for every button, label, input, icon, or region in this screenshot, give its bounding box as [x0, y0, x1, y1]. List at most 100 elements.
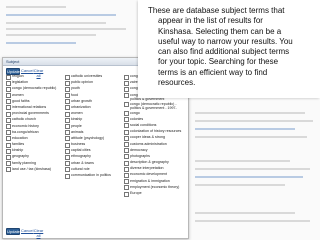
- subject-label: women: [12, 92, 24, 97]
- checkbox[interactable]: [124, 117, 129, 123]
- bg-text-line: [6, 22, 106, 24]
- subject-label: people: [71, 123, 82, 128]
- checkbox[interactable]: [124, 129, 129, 135]
- checkbox[interactable]: [124, 172, 129, 178]
- checkbox[interactable]: [6, 74, 11, 80]
- subject-label: business: [71, 142, 86, 147]
- subject-label: capital cities: [71, 148, 91, 153]
- callout-line: These are database subject terms that: [148, 6, 285, 15]
- subject-label: legislation: [12, 80, 28, 85]
- checkbox[interactable]: [65, 142, 70, 148]
- checkbox[interactable]: [124, 148, 129, 154]
- checkbox[interactable]: [124, 80, 129, 86]
- checkbox[interactable]: [65, 99, 70, 105]
- checkbox[interactable]: [124, 154, 129, 160]
- subject-label: families: [12, 142, 25, 147]
- subject-option[interactable]: Europe: [124, 191, 186, 197]
- checkbox[interactable]: [6, 130, 11, 136]
- checkbox[interactable]: [6, 167, 11, 173]
- subject-label: social conditions: [130, 122, 157, 127]
- subject-label: colonies: [130, 116, 144, 121]
- bg-text-line: [195, 212, 295, 214]
- checkbox[interactable]: [124, 179, 129, 185]
- subject-label: kinship: [12, 148, 24, 153]
- checkbox[interactable]: [65, 130, 70, 136]
- checkbox[interactable]: [6, 86, 11, 92]
- checkbox[interactable]: [124, 160, 129, 166]
- bg-text-line: [195, 220, 310, 222]
- checkbox[interactable]: [65, 105, 70, 111]
- bg-text-line: [195, 128, 295, 130]
- subject-label: Europe: [130, 191, 142, 195]
- subject-label: economic development: [130, 172, 167, 177]
- cancel-link-bottom[interactable]: Cancel: [21, 228, 33, 235]
- callout-line: resources.: [158, 78, 196, 88]
- checkbox[interactable]: [65, 74, 70, 80]
- checkbox[interactable]: [65, 117, 70, 123]
- checkbox[interactable]: [6, 142, 11, 148]
- callout-line: useful way to narrow your results. You: [158, 36, 293, 46]
- checkbox[interactable]: [65, 173, 70, 179]
- subject-label: cooper ideas & strong: [130, 135, 165, 140]
- checkbox[interactable]: [65, 161, 70, 167]
- subject-option[interactable]: communication in politics: [65, 173, 123, 179]
- subject-label: democracy: [130, 147, 148, 152]
- checkbox[interactable]: [6, 99, 11, 105]
- subject-label: diverse interpretation: [130, 166, 164, 171]
- checkbox[interactable]: [65, 167, 70, 173]
- subject-option[interactable]: congo (democratic republic) - politics &…: [124, 102, 186, 111]
- checkbox[interactable]: [6, 105, 11, 111]
- checkbox[interactable]: [6, 148, 11, 154]
- subject-label: education: [12, 135, 28, 140]
- checkbox[interactable]: [65, 154, 70, 160]
- checkbox[interactable]: [124, 74, 129, 80]
- subject-label: colonization of history resources: [130, 129, 182, 134]
- subject-label: land use / tax (kinshasa): [12, 166, 51, 171]
- checkbox[interactable]: [6, 93, 11, 99]
- callout-text: These are database subject terms that ap…: [148, 6, 310, 88]
- subject-label: women: [71, 111, 83, 116]
- checkbox[interactable]: [6, 161, 11, 167]
- subject-label: international relations: [12, 104, 47, 109]
- checkbox[interactable]: [124, 123, 129, 129]
- bg-text-line: [6, 6, 66, 8]
- checkbox[interactable]: [6, 154, 11, 160]
- checkbox[interactable]: [124, 191, 129, 197]
- subject-label: good faiths: [12, 98, 30, 103]
- checkbox[interactable]: [6, 136, 11, 142]
- subject-option[interactable]: land use / tax (kinshasa): [6, 167, 64, 173]
- checkbox[interactable]: [65, 80, 70, 86]
- subject-label: youth: [71, 86, 80, 91]
- subject-label: urban growth: [71, 98, 92, 103]
- checkbox[interactable]: [124, 102, 129, 108]
- subject-label: urban & towns: [71, 160, 94, 165]
- checkbox[interactable]: [124, 142, 129, 147]
- subject-label: economic history: [12, 123, 39, 128]
- checkbox[interactable]: [124, 135, 129, 141]
- checkbox[interactable]: [65, 111, 70, 117]
- subject-label: food: [71, 92, 78, 97]
- subject-label: catholic universities: [71, 74, 103, 78]
- subject-label: provincial governments: [12, 111, 49, 116]
- checkbox[interactable]: [65, 86, 70, 92]
- checkbox[interactable]: [124, 86, 129, 92]
- checkbox[interactable]: [6, 80, 11, 86]
- subject-label: ba.congo/african: [12, 129, 39, 134]
- checkbox[interactable]: [124, 93, 129, 99]
- checkbox[interactable]: [6, 117, 11, 123]
- checkbox[interactable]: [124, 185, 129, 191]
- checkbox[interactable]: [124, 166, 129, 172]
- clear-all-link-bottom[interactable]: Clear all: [32, 228, 45, 238]
- checkbox[interactable]: [65, 136, 70, 142]
- bg-text-line: [6, 34, 96, 36]
- bg-text-line: [195, 136, 307, 138]
- subject-label: photographs: [130, 153, 150, 158]
- checkbox[interactable]: [65, 148, 70, 154]
- checkbox[interactable]: [65, 124, 70, 129]
- checkbox[interactable]: [6, 111, 11, 117]
- checkbox[interactable]: [124, 111, 129, 117]
- update-button-bottom[interactable]: Update: [6, 228, 20, 235]
- checkbox[interactable]: [65, 93, 70, 99]
- checkbox[interactable]: [6, 124, 11, 129]
- callout-line: terms is an efficient way to find: [158, 67, 268, 77]
